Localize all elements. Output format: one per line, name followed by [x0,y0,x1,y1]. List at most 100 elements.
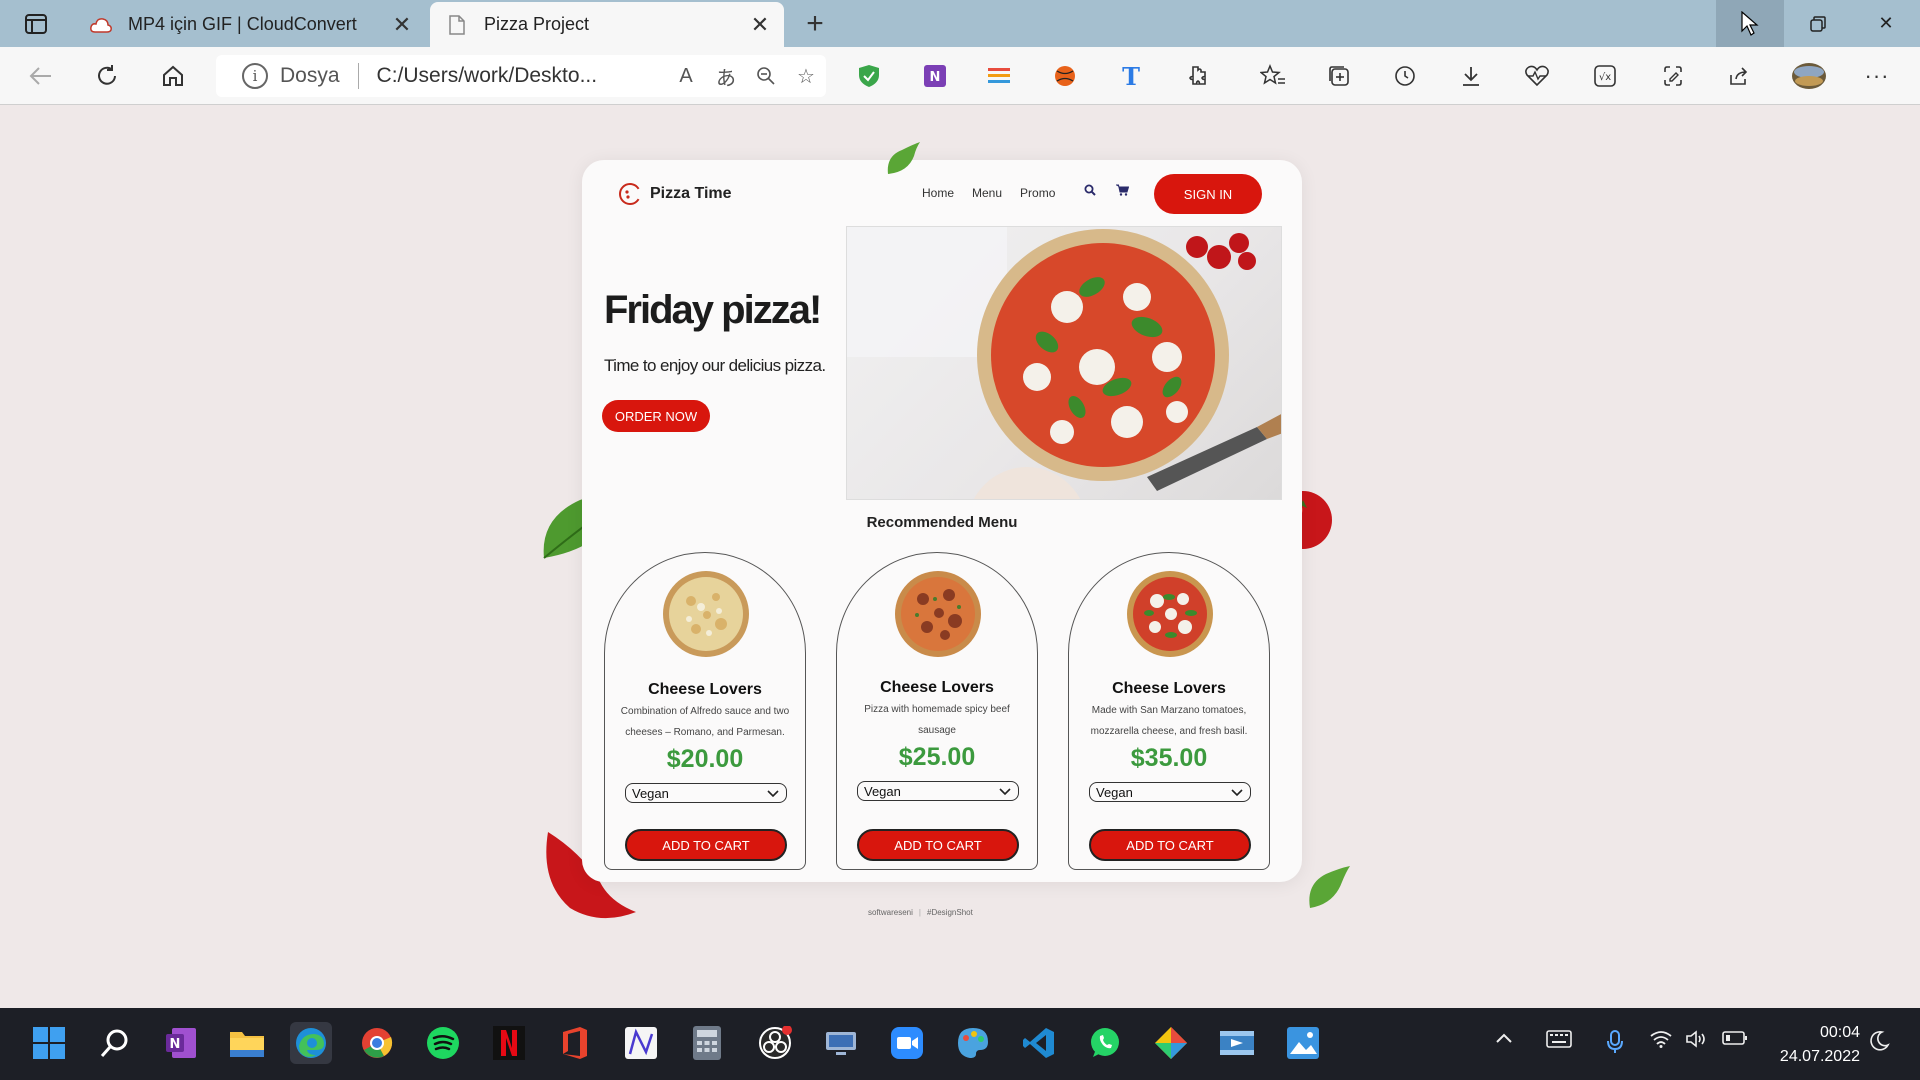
nav-home[interactable]: Home [922,186,954,200]
back-icon[interactable] [24,59,58,93]
favorites-icon[interactable] [1256,59,1290,93]
tab-pizza-project[interactable]: Pizza Project ✕ [430,2,784,47]
microphone-icon[interactable] [1606,1030,1624,1059]
night-mode-icon[interactable] [1868,1030,1890,1057]
add-favorite-icon[interactable]: ☆ [786,56,826,96]
description-line: sausage [918,725,956,736]
zoom-out-icon[interactable] [746,56,786,96]
ball-extension-icon[interactable] [1048,59,1082,93]
calculator-app-icon[interactable] [686,1022,728,1064]
translate-icon[interactable]: あ [706,56,746,96]
collections-icon[interactable] [1322,59,1356,93]
extensions-icon[interactable] [1180,59,1214,93]
read-aloud-icon[interactable]: A [666,56,706,96]
add-to-cart-button[interactable]: ADD TO CART [857,829,1019,861]
window-controls: ✕ [1716,0,1920,47]
netflix-app-icon[interactable] [488,1022,530,1064]
show-hidden-icons-icon[interactable] [1494,1030,1514,1051]
chrome-app-icon[interactable] [356,1022,398,1064]
office-app-icon[interactable] [554,1022,596,1064]
spotify-app-icon[interactable] [422,1022,464,1064]
pizza-image [1127,571,1213,657]
paint-app-icon[interactable] [952,1022,994,1064]
sketch-app-icon[interactable] [620,1022,662,1064]
obs-app-icon[interactable] [754,1022,796,1064]
health-icon[interactable] [1520,59,1554,93]
info-icon[interactable]: i [242,63,268,89]
tab-title: Pizza Project [484,14,590,34]
web-capture-icon[interactable] [1656,59,1690,93]
address-url[interactable]: C:/Users/work/Deskto... [377,64,666,88]
remote-desktop-icon[interactable] [820,1022,862,1064]
more-options-icon[interactable]: ··· [1860,59,1894,93]
menu-item-price: $20.00 [666,745,744,773]
history-icon[interactable] [1388,59,1422,93]
svg-text:√x: √x [1599,72,1611,83]
main-nav: Home Menu Promo [922,186,1055,200]
selected-option: Vegan [864,783,901,799]
photos-app-icon[interactable] [1282,1022,1324,1064]
onenote-app-icon[interactable]: N [160,1022,202,1064]
battery-icon[interactable] [1722,1030,1748,1051]
tab-bar: MP4 için GIF | CloudConvert ✕ Pizza Proj… [0,0,1920,47]
cart-icon[interactable] [1116,184,1129,196]
search-icon[interactable] [1084,184,1096,196]
tab-actions-icon[interactable] [18,10,54,38]
restore-button[interactable] [1784,0,1852,47]
tab-cloudconvert[interactable]: MP4 için GIF | CloudConvert ✕ [74,2,426,47]
option-select[interactable]: Vegan [625,783,787,803]
text-extension-icon[interactable]: T [1114,59,1148,93]
option-select[interactable]: Vegan [857,781,1019,801]
close-window-button[interactable]: ✕ [1852,0,1920,47]
download-icon[interactable] [1454,59,1488,93]
system-clock[interactable]: 00:04 24.07.2022 [1764,1021,1860,1069]
stripes-extension-icon[interactable] [982,59,1016,93]
brand[interactable]: Pizza Time [618,182,732,206]
chevron-down-icon [1231,789,1243,797]
nav-promo[interactable]: Promo [1020,186,1055,200]
add-to-cart-button[interactable]: ADD TO CART [1089,829,1251,861]
menu-item-price: $25.00 [898,743,976,771]
svg-text:N: N [930,70,941,85]
sign-in-button[interactable]: SIGN IN [1154,174,1262,214]
whatsapp-app-icon[interactable] [1084,1022,1126,1064]
minimize-button[interactable] [1716,0,1784,47]
refresh-icon[interactable] [90,59,124,93]
windows-start-icon[interactable] [28,1022,70,1064]
search-icon[interactable] [94,1022,136,1064]
diamond-app-icon[interactable] [1150,1022,1192,1064]
taskbar: N 00:04 24.07.2022 [0,1008,1920,1080]
option-select[interactable]: Vegan [1089,782,1251,802]
chevron-down-icon [999,788,1011,796]
close-tab-icon[interactable]: ✕ [746,11,774,39]
nav-icons [1084,184,1129,196]
math-solver-icon[interactable]: √x [1588,59,1622,93]
share-icon[interactable] [1722,59,1756,93]
file-explorer-icon[interactable] [226,1022,268,1064]
order-now-button[interactable]: ORDER NOW [602,400,710,432]
nav-menu[interactable]: Menu [972,186,1002,200]
keyboard-icon[interactable] [1546,1030,1572,1053]
shield-extension-icon[interactable] [852,59,886,93]
new-tab-button[interactable]: + [798,7,832,40]
pizza-image [663,571,749,657]
address-bar[interactable]: i Dosya C:/Users/work/Deskto... A あ ☆ [216,55,826,97]
menu-item-price: $35.00 [1130,744,1208,772]
close-tab-icon[interactable]: ✕ [388,11,416,39]
zoom-app-icon[interactable] [886,1022,928,1064]
description-line: mozzarella cheese, and fresh basil. [1090,726,1248,737]
description-line: Combination of Alfredo sauce and two [620,706,790,717]
wifi-icon[interactable] [1650,1030,1672,1053]
onenote-extension-icon[interactable]: N [918,59,952,93]
vscode-app-icon[interactable] [1018,1022,1060,1064]
home-icon[interactable] [156,59,190,93]
browser-toolbar: i Dosya C:/Users/work/Deskto... A あ ☆ N … [0,47,1920,105]
profile-avatar[interactable] [1790,59,1828,93]
page-icon [446,14,468,36]
video-editor-icon[interactable] [1216,1022,1258,1064]
add-to-cart-button[interactable]: ADD TO CART [625,829,787,861]
menu-item-card: Cheese Lovers Pizza with homemade spicy … [836,552,1038,870]
edge-app-icon[interactable] [290,1022,332,1064]
clock-date: 24.07.2022 [1779,1048,1860,1065]
volume-icon[interactable] [1686,1030,1708,1053]
